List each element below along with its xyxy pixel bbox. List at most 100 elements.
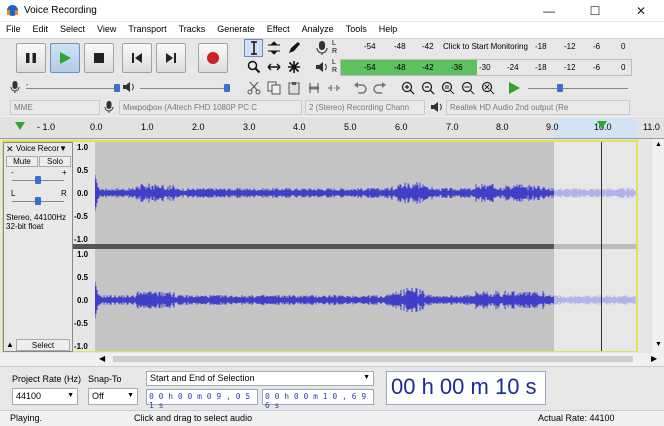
trim-button[interactable] bbox=[304, 79, 323, 97]
pan-thumb[interactable] bbox=[35, 197, 41, 205]
zoom-out-button[interactable] bbox=[418, 79, 437, 97]
record-meter[interactable]: -54 -48 -42 Click to Start Monitoring -1… bbox=[340, 40, 632, 56]
output-volume-slider[interactable] bbox=[140, 88, 230, 89]
zoom-toggle-button[interactable] bbox=[478, 79, 497, 97]
gain-thumb[interactable] bbox=[35, 176, 41, 184]
selection-highlight[interactable] bbox=[554, 142, 636, 351]
record-meter-tick: -48 bbox=[394, 42, 406, 51]
playback-meter-channel-l: L bbox=[332, 59, 336, 66]
scroll-down-icon[interactable]: ▼ bbox=[655, 341, 662, 348]
selection-mode-select[interactable]: Start and End of Selection ▼ bbox=[146, 371, 374, 386]
track-menu-arrow-icon: ▼ bbox=[59, 144, 68, 153]
menu-file[interactable]: File bbox=[0, 22, 27, 38]
scroll-right-icon[interactable]: ▶ bbox=[651, 354, 657, 363]
skip-to-end-button[interactable] bbox=[156, 43, 186, 73]
window-title: Voice Recording bbox=[24, 5, 97, 16]
fit-project-button[interactable] bbox=[458, 79, 477, 97]
pause-button[interactable] bbox=[16, 43, 46, 73]
mute-button[interactable]: Mute bbox=[6, 156, 38, 167]
status-hint: Click and drag to select audio bbox=[134, 413, 253, 423]
redo-button[interactable] bbox=[370, 79, 389, 97]
horizontal-scrollbar[interactable]: ◀ ▶ bbox=[95, 353, 664, 365]
selection-toolbar: Project Rate (Hz) 44100 ▼ Snap-To Off ▼ … bbox=[0, 366, 664, 410]
stop-button[interactable] bbox=[84, 43, 114, 73]
playback-meter-tick: 0 bbox=[621, 63, 626, 72]
silence-button[interactable] bbox=[324, 79, 343, 97]
snap-to-select[interactable]: Off ▼ bbox=[88, 388, 138, 405]
ruler-tick-label: 5.0 bbox=[344, 122, 357, 132]
input-volume-thumb[interactable] bbox=[114, 84, 120, 92]
time-shift-tool-button[interactable] bbox=[264, 58, 283, 76]
track-close-icon[interactable]: ✕ bbox=[6, 144, 14, 155]
input-volume-slider[interactable] bbox=[26, 88, 118, 89]
menu-transport[interactable]: Transport bbox=[122, 22, 172, 38]
menu-effect[interactable]: Effect bbox=[261, 22, 296, 38]
snap-to-label: Snap-To bbox=[88, 374, 122, 384]
record-button[interactable] bbox=[198, 43, 228, 73]
menu-edit[interactable]: Edit bbox=[27, 22, 55, 38]
menu-tracks[interactable]: Tracks bbox=[173, 22, 212, 38]
draw-tool-button[interactable] bbox=[284, 39, 303, 57]
menu-view[interactable]: View bbox=[91, 22, 122, 38]
playback-meter-button[interactable] bbox=[312, 58, 331, 76]
record-icon bbox=[207, 52, 219, 64]
ruler-tick-label: 6.0 bbox=[395, 122, 408, 132]
scale-label: 0.0 bbox=[77, 189, 89, 198]
output-volume-thumb[interactable] bbox=[224, 84, 230, 92]
menu-generate[interactable]: Generate bbox=[211, 22, 261, 38]
record-meter-tick: -12 bbox=[564, 42, 576, 51]
solo-button[interactable]: Solo bbox=[39, 156, 71, 167]
play-speed-thumb[interactable] bbox=[557, 84, 563, 92]
selection-end-time[interactable]: 0 0 h 0 0 m 1 0 , 6 9 6 s bbox=[262, 389, 374, 410]
record-meter-button[interactable] bbox=[312, 39, 331, 57]
collapse-track-icon[interactable]: ▲ bbox=[6, 340, 14, 349]
zoom-in-button[interactable] bbox=[398, 79, 417, 97]
menu-help[interactable]: Help bbox=[373, 22, 404, 38]
zoom-tool-button[interactable] bbox=[244, 58, 263, 76]
selection-tool-button[interactable] bbox=[244, 39, 263, 57]
undo-button[interactable] bbox=[350, 79, 369, 97]
envelope-tool-button[interactable] bbox=[264, 39, 283, 57]
scroll-left-icon[interactable]: ◀ bbox=[99, 354, 105, 363]
timeline-ruler[interactable]: - 1.0 0.0 1.0 2.0 3.0 4.0 5.0 6.0 7.0 8.… bbox=[0, 117, 664, 139]
ruler-tick-label: 3.0 bbox=[243, 122, 256, 132]
play-at-speed-icon bbox=[508, 82, 520, 94]
fit-selection-button[interactable] bbox=[438, 79, 457, 97]
copy-button[interactable] bbox=[264, 79, 283, 97]
maximize-button[interactable]: ☐ bbox=[572, 0, 618, 22]
cut-button[interactable] bbox=[244, 79, 263, 97]
scroll-up-icon[interactable]: ▲ bbox=[655, 141, 662, 148]
playback-meter[interactable]: -54 -48 -42 -36 -30 -24 -18 -12 -6 0 bbox=[340, 59, 632, 76]
ruler-tick-label: 8.0 bbox=[496, 122, 509, 132]
play-button[interactable] bbox=[50, 43, 80, 73]
minimize-button[interactable]: — bbox=[526, 0, 572, 22]
project-rate-select[interactable]: 44100 ▼ bbox=[12, 388, 78, 405]
pin-playhead-icon[interactable] bbox=[14, 121, 26, 131]
recording-channels-select[interactable]: 2 (Stereo) Recording Chann bbox=[305, 100, 425, 115]
select-track-button[interactable]: Select bbox=[16, 339, 70, 351]
audio-host-select[interactable]: MME bbox=[10, 100, 100, 115]
play-speed-slider[interactable] bbox=[528, 88, 628, 89]
copy-icon bbox=[267, 81, 280, 95]
skip-to-start-button[interactable] bbox=[122, 43, 152, 73]
selection-start-time[interactable]: 0 0 h 0 0 m 0 9 , 0 5 1 s bbox=[146, 389, 258, 410]
pan-right-label: R bbox=[61, 189, 67, 198]
menu-select[interactable]: Select bbox=[54, 22, 91, 38]
menu-analyze[interactable]: Analyze bbox=[296, 22, 340, 38]
menu-tools[interactable]: Tools bbox=[340, 22, 373, 38]
input-volume-mic-icon bbox=[10, 80, 20, 96]
multi-tool-button[interactable] bbox=[284, 58, 303, 76]
recording-device-select[interactable]: Микрофон (A4tech FHD 1080P PC C bbox=[119, 100, 302, 115]
stop-icon bbox=[94, 53, 104, 63]
close-button[interactable]: ✕ bbox=[618, 0, 664, 22]
zoom-out-icon bbox=[421, 81, 434, 95]
play-at-speed-button[interactable] bbox=[504, 79, 523, 97]
status-state: Playing. bbox=[10, 413, 43, 423]
record-meter-tick: -42 bbox=[422, 42, 434, 51]
playback-device-select[interactable]: Realtek HD Audio 2nd output (Re bbox=[446, 100, 630, 115]
horizontal-scroll-thumb[interactable] bbox=[113, 356, 633, 362]
audio-position-display[interactable]: 00 h 00 m 10 s bbox=[386, 371, 546, 405]
vertical-scrollbar[interactable]: ▲ ▼ bbox=[651, 139, 664, 353]
track-name-menu[interactable]: Voice Recor▼ bbox=[16, 144, 72, 154]
paste-button[interactable] bbox=[284, 79, 303, 97]
